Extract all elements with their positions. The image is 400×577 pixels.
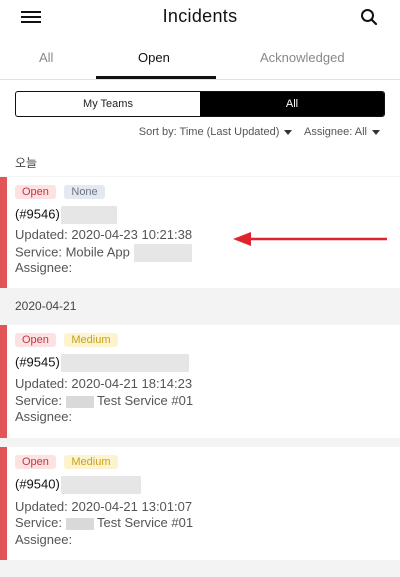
sort-label: Sort by: Time (Last Updated) bbox=[138, 126, 280, 138]
annotation-arrow-icon bbox=[233, 232, 387, 246]
page-title: Incidents bbox=[162, 6, 238, 26]
incident-assignee: Assignee: bbox=[15, 532, 73, 547]
redacted-text bbox=[65, 517, 94, 530]
team-segmented-control: My Teams All bbox=[15, 91, 385, 117]
incident-service: Service: Test Service #01 bbox=[15, 515, 193, 530]
service-name: Test Service #01 bbox=[96, 393, 194, 408]
priority-badge: Medium bbox=[64, 333, 118, 347]
incident-title: (#9546) bbox=[15, 206, 118, 224]
incident-assignee: Assignee: bbox=[15, 409, 73, 424]
chevron-down-icon bbox=[284, 129, 293, 135]
incident-updated: Updated: 2020-04-21 18:14:23 bbox=[15, 376, 193, 391]
app-header: Incidents bbox=[0, 0, 400, 36]
incident-updated: Updated: 2020-04-23 10:21:38 bbox=[15, 227, 193, 242]
tab-acknowledged[interactable]: Acknowledged bbox=[260, 50, 345, 65]
incident-id: (#9545) bbox=[15, 354, 60, 370]
incident-card[interactable]: Open Medium (#9545) Updated: 2020-04-21 … bbox=[0, 325, 400, 438]
group-header-today: 오늘 bbox=[15, 156, 38, 170]
active-tab-indicator bbox=[96, 76, 216, 79]
redacted-text bbox=[133, 244, 192, 262]
priority-badge: None bbox=[64, 185, 105, 199]
search-icon[interactable] bbox=[360, 8, 378, 26]
badge-row: Open None bbox=[15, 182, 109, 200]
assignee-label: Assignee: All bbox=[304, 126, 367, 138]
service-label: Service: bbox=[15, 515, 62, 530]
status-badge: Open bbox=[15, 185, 56, 199]
tab-all[interactable]: All bbox=[39, 50, 53, 65]
incident-title: (#9540) bbox=[15, 476, 142, 494]
badge-row: Open Medium bbox=[15, 452, 122, 470]
redacted-text bbox=[65, 395, 94, 408]
incident-service: Service: Test Service #01 bbox=[15, 393, 193, 408]
assignee-dropdown[interactable]: Assignee: All bbox=[304, 126, 380, 138]
sort-dropdown[interactable]: Sort by: Time (Last Updated) bbox=[139, 126, 293, 138]
chevron-down-icon bbox=[372, 129, 380, 135]
incident-assignee: Assignee: bbox=[15, 260, 73, 275]
status-tabs: All Open Acknowledged bbox=[0, 36, 400, 80]
segment-all[interactable]: All bbox=[200, 92, 384, 116]
status-badge: Open bbox=[15, 455, 56, 469]
redacted-text bbox=[61, 354, 190, 372]
priority-badge: Medium bbox=[64, 455, 118, 469]
sort-row: Sort by: Time (Last Updated) Assignee: A… bbox=[139, 126, 380, 138]
tab-open[interactable]: Open bbox=[138, 50, 170, 65]
group-header-date: 2020-04-21 bbox=[15, 299, 77, 313]
filter-panel: My Teams All Sort by: Time (Last Updated… bbox=[0, 80, 400, 176]
service-label: Service: Mobile App bbox=[15, 244, 130, 260]
status-badge: Open bbox=[15, 333, 56, 347]
badge-row: Open Medium bbox=[15, 330, 122, 348]
incident-id: (#9540) bbox=[15, 476, 60, 492]
redacted-text bbox=[61, 476, 142, 494]
incident-id: (#9546) bbox=[15, 206, 60, 222]
service-name: Test Service #01 bbox=[96, 515, 194, 530]
service-label: Service: bbox=[15, 393, 62, 408]
incident-title: (#9545) bbox=[15, 354, 190, 372]
redacted-text bbox=[61, 206, 118, 224]
incident-card[interactable]: Open Medium (#9540) Updated: 2020-04-21 … bbox=[0, 447, 400, 560]
segment-my-teams[interactable]: My Teams bbox=[16, 92, 200, 116]
incident-updated: Updated: 2020-04-21 13:01:07 bbox=[15, 499, 193, 514]
